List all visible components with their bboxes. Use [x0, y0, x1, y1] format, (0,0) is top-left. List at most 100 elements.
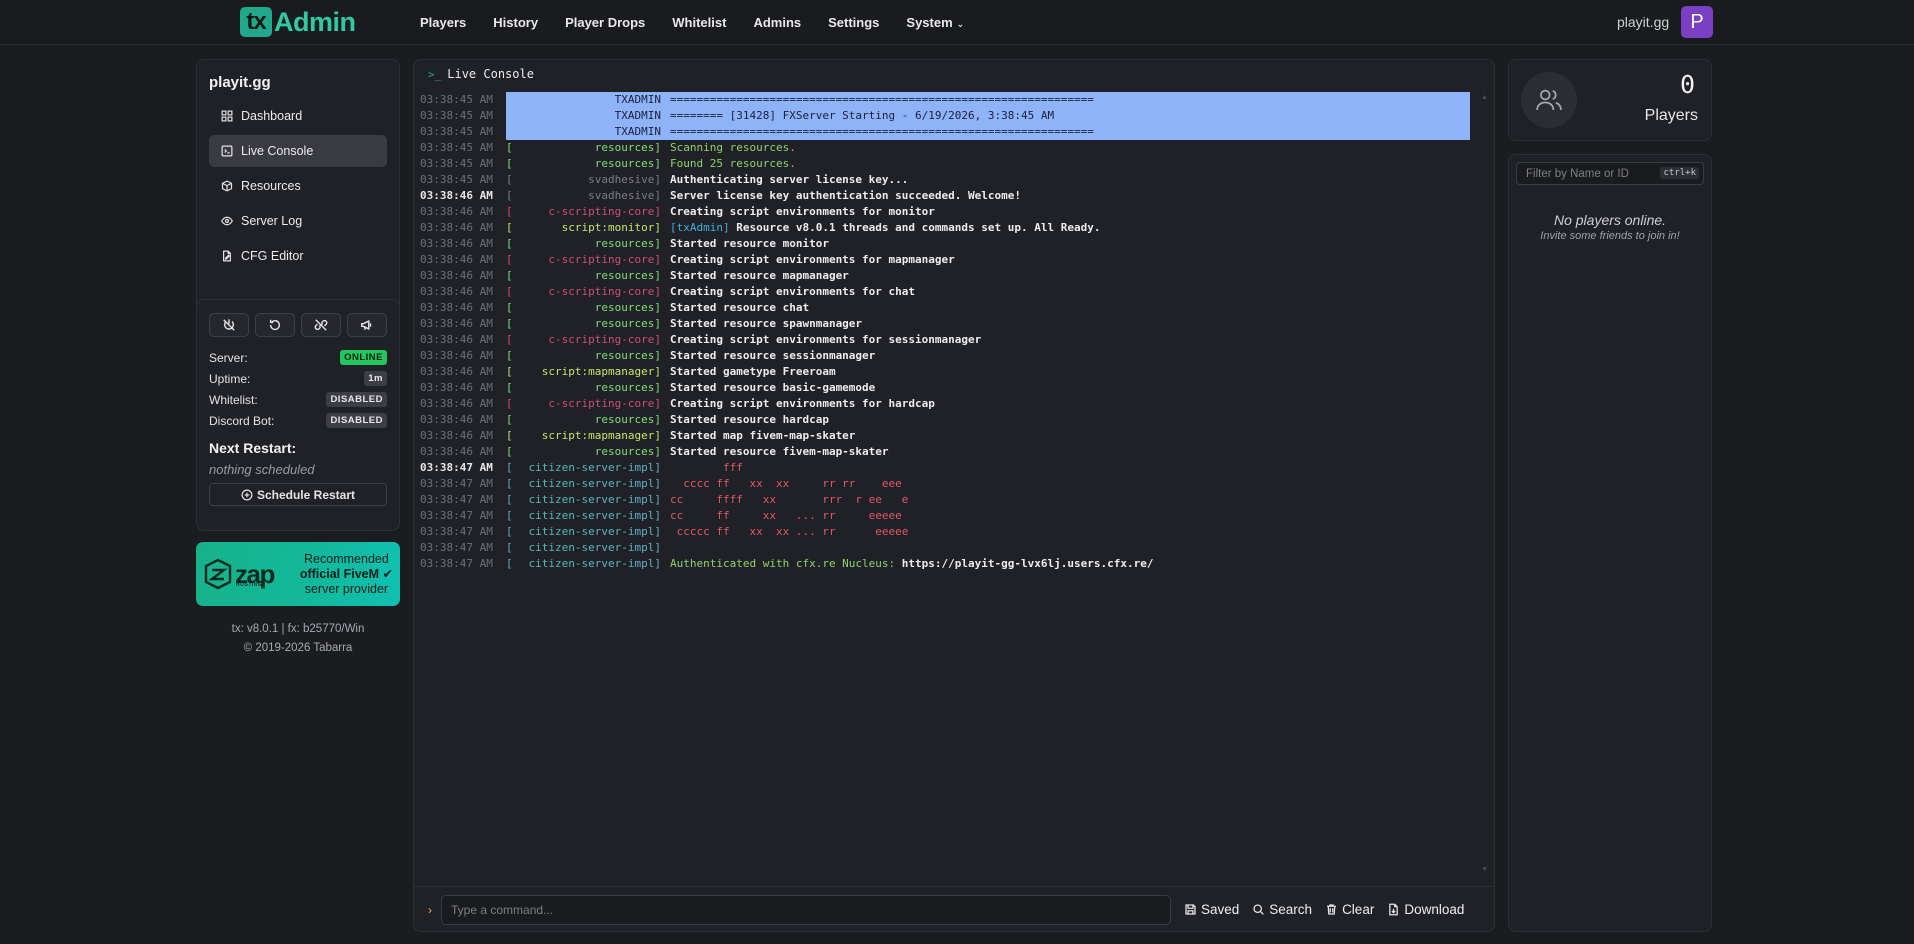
main-nav: Players History Player Drops Whitelist A… — [420, 0, 991, 45]
server-controls — [209, 313, 387, 337]
nav-admins[interactable]: Admins — [753, 15, 801, 30]
nav-history[interactable]: History — [493, 15, 538, 30]
log-timestamp: 03:38:45 AM — [420, 93, 493, 106]
log-context: citizen-server-impl] — [528, 541, 661, 554]
console-line: 03:38:45 AM [resources] Found 25 resources… — [420, 156, 1470, 172]
prompt-chevron-icon: › — [428, 902, 432, 917]
sidebar-item-resources[interactable]: Resources — [209, 170, 387, 202]
scroll-down-icon[interactable]: ▼ — [1481, 866, 1488, 873]
log-bracket: [ — [506, 141, 513, 154]
console-line: 03:38:45 AM [svadhesive] Authenticating se… — [420, 172, 1470, 188]
box-icon — [221, 180, 233, 192]
log-context-text: resources — [594, 237, 655, 250]
console-line: 03:38:46 AM [resources] Started resource m… — [420, 236, 1470, 252]
sidebar-item-cfg-editor[interactable]: CFG Editor — [209, 240, 387, 272]
search-icon — [1253, 904, 1265, 915]
log-message-text: Started resource spawnmanager — [670, 317, 863, 330]
log-context: citizen-server-impl] — [528, 557, 661, 570]
saved-button[interactable]: Saved — [1184, 902, 1239, 917]
log-message: Authenticated with cfx.re Nucleus: https… — [662, 556, 1153, 572]
log-context: c-scripting-core] — [548, 285, 661, 298]
kick-all-button[interactable] — [301, 313, 341, 337]
nav-player-drops[interactable]: Player Drops — [565, 15, 645, 30]
console-line: 03:38:46 AM [resources] Started resource b… — [420, 380, 1470, 396]
log-context: citizen-server-impl] — [528, 461, 661, 474]
log-message: Found 25 resources. — [662, 156, 796, 172]
nav-players[interactable]: Players — [420, 15, 466, 30]
uptime-badge: 1m — [364, 371, 387, 386]
sidebar-item-dashboard[interactable]: Dashboard — [209, 100, 387, 132]
log-context: citizen-server-impl] — [528, 525, 661, 538]
console-line: 03:38:45 AM TXADMIN ======================… — [420, 124, 1470, 140]
log-message-text: Creating script environments for mapmana… — [670, 253, 955, 266]
log-context-text: script:mapmanager — [541, 429, 655, 442]
console-line: 03:38:46 AM [resources] Started resource f… — [420, 444, 1470, 460]
log-bracket: [ — [506, 413, 513, 426]
console-line: 03:38:45 AM [resources] Scanning resources… — [420, 140, 1470, 156]
nav-settings[interactable]: Settings — [828, 15, 879, 30]
megaphone-icon — [361, 319, 372, 331]
avatar[interactable]: P — [1681, 6, 1713, 38]
log-bracket: [ — [506, 381, 513, 394]
log-timestamp: 03:38:46 AM — [420, 413, 493, 426]
console-line: 03:38:47 AM [citizen-server-impl] ccccc f… — [420, 524, 1470, 540]
sidebar-item-server-log[interactable]: Server Log — [209, 205, 387, 237]
log-context: citizen-server-impl] — [528, 509, 661, 522]
log-context-text: resources — [594, 269, 655, 282]
log-timestamp: 03:38:46 AM — [420, 189, 493, 202]
console-line: 03:38:47 AM [citizen-server-impl] cc ffff … — [420, 492, 1470, 508]
log-message-text: Creating script environments for monitor — [670, 205, 935, 218]
sidebar-item-label: Live Console — [241, 144, 314, 158]
log-timestamp: 03:38:47 AM — [420, 525, 493, 538]
log-timestamp: 03:38:46 AM — [420, 301, 493, 314]
log-timestamp: 03:38:47 AM — [420, 493, 493, 506]
log-timestamp: 03:38:46 AM — [420, 269, 493, 282]
download-button[interactable]: Download — [1387, 902, 1464, 917]
console-line: 03:38:47 AM [citizen-server-impl] — [420, 540, 1470, 556]
console-output[interactable]: 03:38:45 AM TXADMIN ======================… — [420, 92, 1470, 852]
log-context: c-scripting-core] — [548, 333, 661, 346]
log-timestamp: 03:38:46 AM — [420, 333, 493, 346]
download-file-icon — [1389, 903, 1399, 916]
log-message-text: fff — [670, 461, 743, 474]
log-message-text: Started resource monitor — [670, 237, 829, 250]
console-line: 03:38:46 AM [resources] Started resource s… — [420, 348, 1470, 364]
saved-label: Saved — [1201, 902, 1240, 917]
log-context-text: citizen-server-impl — [528, 541, 655, 554]
log-timestamp: 03:38:47 AM — [420, 461, 493, 474]
schedule-restart-button[interactable]: Schedule Restart — [209, 483, 387, 506]
log-bracket: [ — [506, 333, 513, 346]
search-button[interactable]: Search — [1252, 902, 1312, 917]
nav-whitelist[interactable]: Whitelist — [672, 15, 726, 30]
plus-circle-icon — [241, 489, 253, 500]
sidebar-item-label: Resources — [241, 179, 301, 193]
scroll-up-icon[interactable]: ▲ — [1481, 94, 1488, 101]
player-filter-input[interactable] — [1517, 163, 1657, 184]
log-message — [662, 540, 670, 556]
log-message: Scanning resources. — [662, 140, 796, 156]
console-line: 03:38:47 AM [citizen-server-impl] fff — [420, 460, 1470, 476]
announce-button[interactable] — [347, 313, 387, 337]
status-discord-row: Discord Bot: DISABLED — [209, 410, 387, 431]
players-count: 0 — [1679, 70, 1695, 99]
discord-badge: DISABLED — [326, 413, 387, 428]
log-context-text: resources — [594, 381, 655, 394]
user-name[interactable]: playit.gg — [1617, 14, 1669, 30]
sidebar-item-live-console[interactable]: Live Console — [209, 135, 387, 167]
version-line: tx: v8.0.1 | fx: b25770/Win — [231, 623, 365, 635]
stop-server-button[interactable] — [209, 313, 249, 337]
log-bracket: [ — [506, 397, 513, 410]
restart-server-button[interactable] — [255, 313, 295, 337]
log-context: citizen-server-impl] — [528, 493, 661, 506]
zap-hosting-banner[interactable]: zap HOSTING Recommended official FiveM ✔… — [196, 542, 400, 606]
nav-system[interactable]: System ⌄ — [906, 15, 964, 30]
log-bracket: [ — [506, 253, 513, 266]
copyright: © 2019-2026 Tabarra — [243, 642, 353, 654]
log-bracket: [ — [506, 477, 513, 490]
command-input[interactable] — [441, 894, 1171, 925]
txadmin-logo[interactable]: tx Admin — [240, 6, 356, 38]
clear-button[interactable]: Clear — [1325, 902, 1374, 917]
log-timestamp: 03:38:46 AM — [420, 221, 493, 234]
log-bracket — [506, 92, 514, 108]
log-message: ======== [31428] FXServer Starting - 6/1… — [662, 108, 1470, 124]
